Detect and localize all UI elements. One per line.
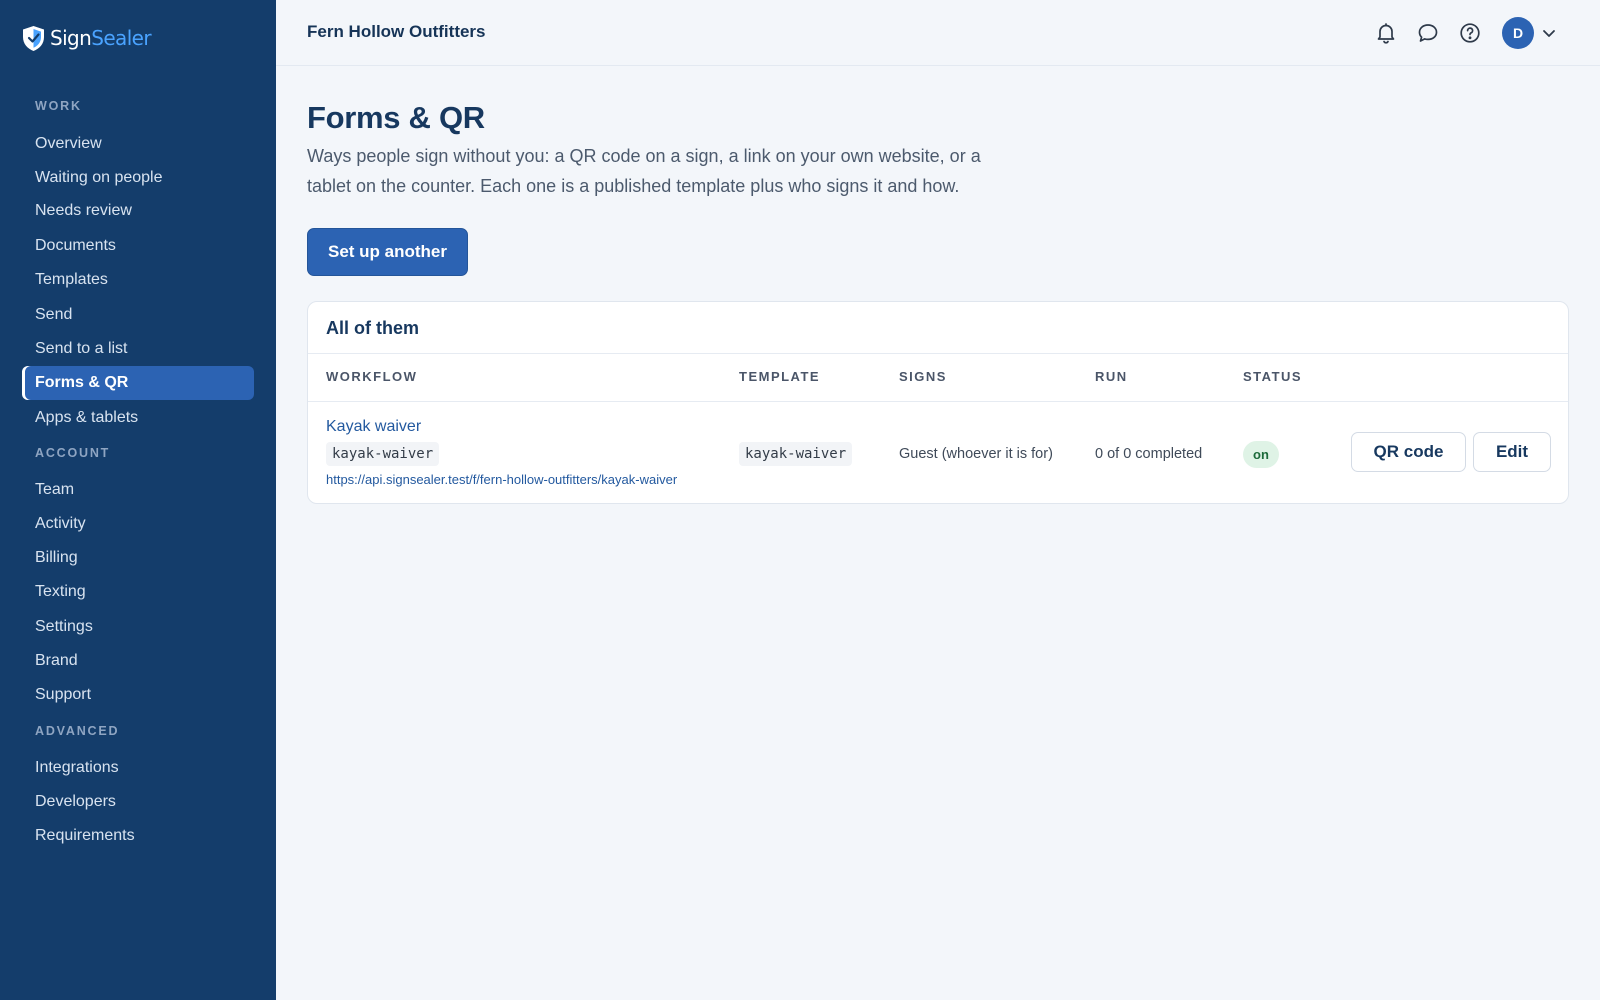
top-bar: Fern Hollow Outfitters D: [276, 0, 1600, 66]
sidebar-item-billing[interactable]: Billing: [22, 541, 254, 575]
column-header-status: STATUS: [1243, 369, 1303, 384]
sidebar-item-documents[interactable]: Documents: [22, 229, 254, 263]
page-title: Forms & QR: [307, 100, 485, 135]
nav-section-account: ACCOUNT: [35, 446, 111, 460]
workflow-name-link[interactable]: Kayak waiver: [326, 418, 421, 436]
run-value: 0 of 0 completed: [1095, 446, 1203, 462]
bell-icon[interactable]: [1374, 21, 1398, 45]
edit-button[interactable]: Edit: [1473, 432, 1551, 472]
workflows-card: All of them WORKFLOW TEMPLATE SIGNS RUN …: [307, 301, 1569, 504]
user-avatar[interactable]: D: [1502, 17, 1534, 49]
column-header-signs: SIGNS: [899, 369, 947, 384]
brand-logo[interactable]: SignSealer: [21, 24, 152, 52]
nav-section-work: WORK: [35, 99, 82, 113]
sidebar-item-waiting-on-people[interactable]: Waiting on people: [22, 161, 254, 195]
set-up-another-button[interactable]: Set up another: [307, 228, 468, 276]
signs-value: Guest (whoever it is for): [899, 446, 1053, 462]
brand-name-part1: Sign: [50, 26, 92, 50]
card-divider: [308, 353, 1568, 354]
column-header-template: TEMPLATE: [739, 369, 821, 384]
workflow-url-link[interactable]: https://api.signsealer.test/f/fern-hollo…: [326, 472, 677, 487]
sidebar-item-support[interactable]: Support: [22, 678, 254, 712]
brand-name-part2: Sealer: [91, 26, 151, 50]
nav-section-advanced: ADVANCED: [35, 724, 120, 738]
sidebar-item-brand[interactable]: Brand: [22, 644, 254, 678]
column-header-workflow: WORKFLOW: [326, 369, 418, 384]
table-header-divider: [308, 401, 1568, 402]
sidebar-item-requirements[interactable]: Requirements: [22, 819, 254, 853]
org-name: Fern Hollow Outfitters: [307, 22, 486, 41]
sidebar-item-integrations[interactable]: Integrations: [22, 751, 254, 785]
sidebar-item-send-to-a-list[interactable]: Send to a list: [22, 332, 254, 366]
qr-code-button[interactable]: QR code: [1351, 432, 1466, 472]
column-header-run: RUN: [1095, 369, 1128, 384]
sidebar: SignSealer WORK Overview Waiting on peop…: [0, 0, 276, 1000]
sidebar-item-team[interactable]: Team: [22, 473, 254, 507]
status-badge: on: [1243, 441, 1279, 468]
sidebar-item-forms-qr[interactable]: Forms & QR: [22, 366, 254, 400]
chat-icon[interactable]: [1416, 21, 1440, 45]
page-description: Ways people sign without you: a QR code …: [307, 146, 981, 196]
sidebar-item-needs-review[interactable]: Needs review: [22, 194, 254, 228]
sidebar-item-texting[interactable]: Texting: [22, 575, 254, 609]
sidebar-item-templates[interactable]: Templates: [22, 263, 254, 297]
sidebar-item-developers[interactable]: Developers: [22, 785, 254, 819]
sidebar-item-apps-tablets[interactable]: Apps & tablets: [22, 401, 254, 435]
card-title: All of them: [326, 318, 419, 338]
sidebar-item-settings[interactable]: Settings: [22, 610, 254, 644]
template-slug: kayak-waiver: [739, 442, 853, 466]
chevron-down-icon[interactable]: [1540, 24, 1558, 42]
sidebar-item-overview[interactable]: Overview: [22, 127, 254, 161]
sidebar-item-activity[interactable]: Activity: [22, 507, 254, 541]
brand-name: SignSealer: [50, 26, 152, 50]
workflow-slug: kayak-waiver: [326, 442, 440, 466]
shield-logo-icon: [23, 25, 44, 51]
help-icon[interactable]: [1458, 21, 1482, 45]
sidebar-item-send[interactable]: Send: [22, 298, 254, 332]
